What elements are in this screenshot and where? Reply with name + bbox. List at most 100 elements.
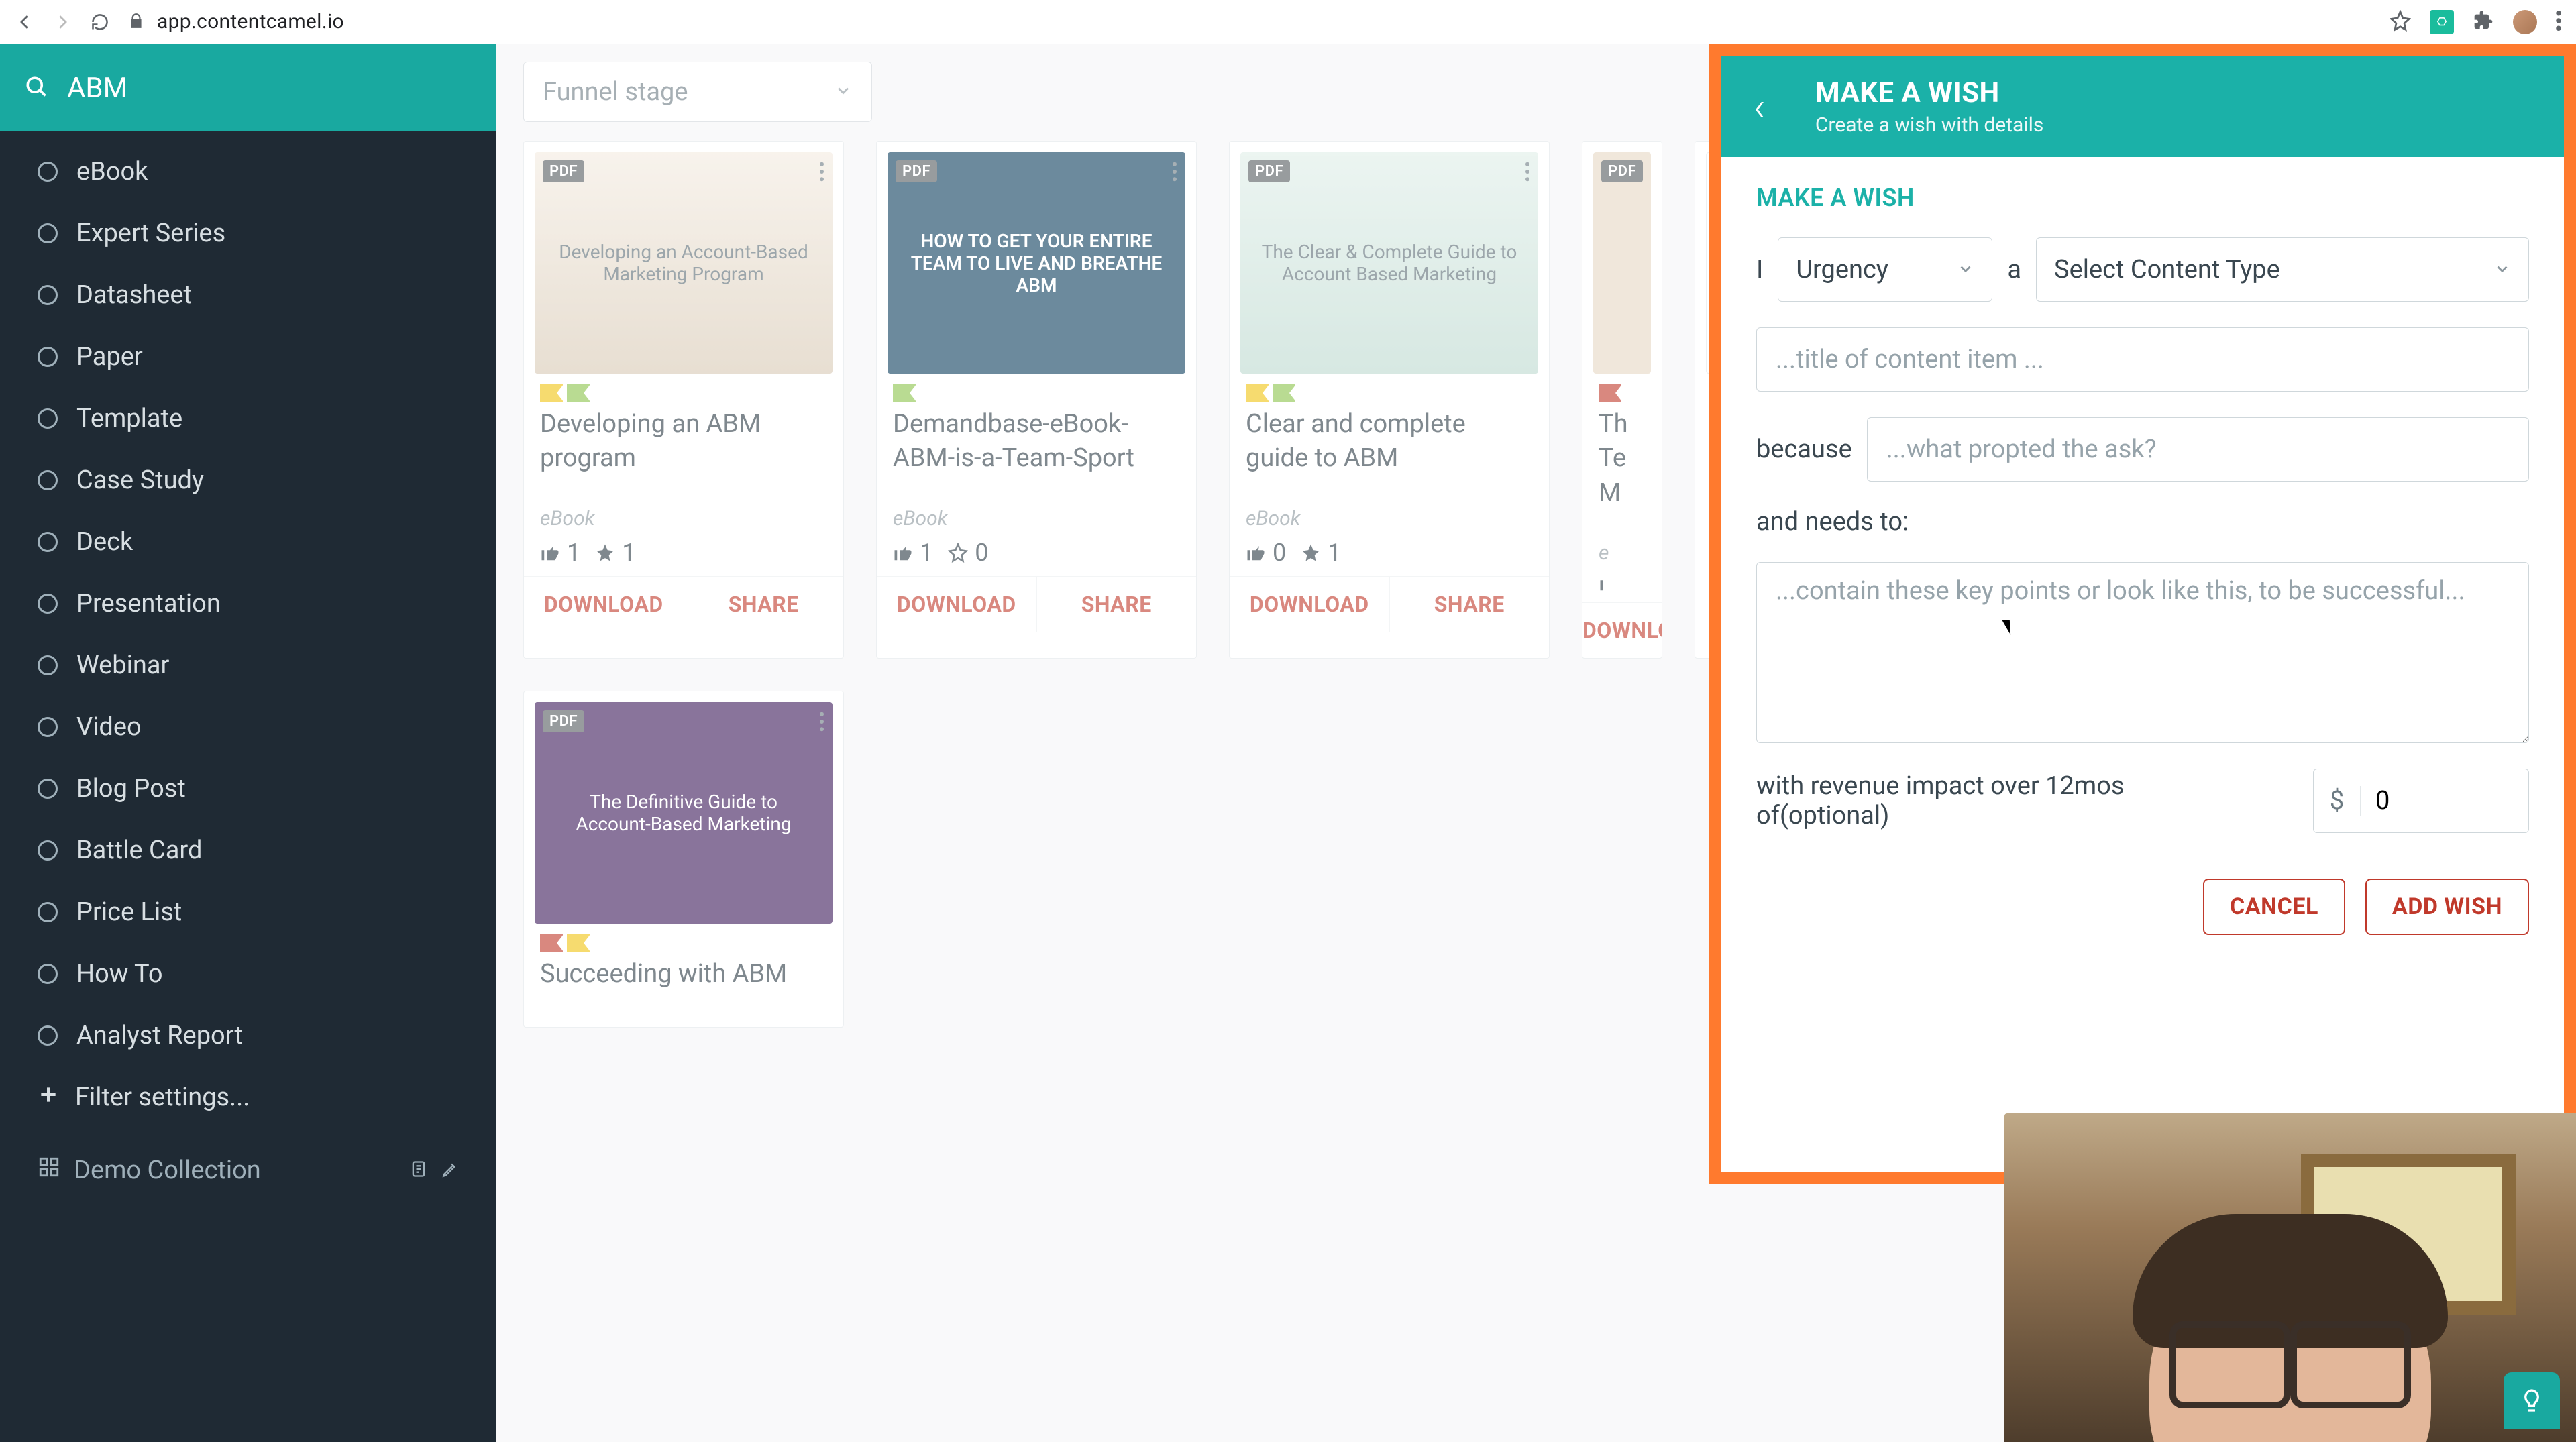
- because-input[interactable]: [1867, 417, 2529, 482]
- type-ebook[interactable]: eBook: [0, 141, 496, 203]
- add-wish-button[interactable]: ADD WISH: [2365, 879, 2529, 935]
- profile-avatar[interactable]: [2513, 10, 2537, 34]
- flag-icon: [540, 384, 563, 402]
- type-how-to[interactable]: How To: [0, 943, 496, 1005]
- plus-icon: [38, 1083, 59, 1112]
- grid-icon: [38, 1156, 60, 1185]
- content-type-list: eBook Expert Series Datasheet Paper Temp…: [0, 131, 496, 1442]
- card-menu-icon[interactable]: [1168, 158, 1181, 188]
- back-icon[interactable]: ‹: [1754, 83, 1766, 131]
- type-analyst-report[interactable]: Analyst Report: [0, 1005, 496, 1066]
- radio-icon: [38, 655, 58, 675]
- make-a-wish-panel: ‹ MAKE A WISH Create a wish with details…: [1709, 44, 2576, 1184]
- card-type: e: [1582, 514, 1662, 573]
- card-title: Th Te M: [1582, 404, 1662, 514]
- filetype-badge: PDF: [543, 160, 584, 182]
- thumbnail: The Definitive Guide to Account-Based Ma…: [535, 702, 833, 924]
- download-button[interactable]: DOWNLOAD: [1582, 603, 1662, 658]
- funnel-stage-dropdown[interactable]: Funnel stage: [523, 62, 872, 122]
- content-type-label: Select Content Type: [2054, 255, 2280, 284]
- wish-header: ‹ MAKE A WISH Create a wish with details: [1721, 56, 2564, 157]
- type-expert-series[interactable]: Expert Series: [0, 203, 496, 264]
- card-menu-icon[interactable]: [1521, 158, 1534, 188]
- chevron-down-icon: [2493, 255, 2511, 284]
- share-button[interactable]: SHARE: [1389, 577, 1550, 632]
- content-type-select[interactable]: Select Content Type: [2036, 237, 2529, 302]
- likes[interactable]: 1: [893, 539, 933, 567]
- type-blog-post[interactable]: Blog Post: [0, 758, 496, 820]
- title-input[interactable]: [1756, 327, 2529, 392]
- presenter-face: [2149, 1241, 2431, 1442]
- radio-icon: [38, 779, 58, 799]
- content-card[interactable]: PDF Th Te M e DOWNLOAD: [1582, 141, 1662, 659]
- extensions-icon[interactable]: [2473, 10, 2494, 34]
- thumbnail: Developing an Account-Based Marketing Pr…: [535, 152, 833, 374]
- collection-row[interactable]: Demo Collection: [0, 1142, 496, 1199]
- wish-section-title: MAKE A WISH: [1756, 184, 2529, 212]
- radio-icon: [38, 594, 58, 614]
- share-button[interactable]: SHARE: [1036, 577, 1197, 632]
- revenue-input[interactable]: [2361, 786, 2528, 816]
- stars[interactable]: 0: [948, 539, 988, 567]
- type-label: Webinar: [76, 651, 169, 680]
- card-title: Clear and complete guide to ABM: [1230, 404, 1549, 480]
- needs-textarea[interactable]: [1756, 562, 2529, 743]
- cancel-button[interactable]: CANCEL: [2203, 879, 2345, 935]
- help-bulb-button[interactable]: [2504, 1372, 2560, 1429]
- filter-settings[interactable]: Filter settings...: [0, 1066, 496, 1128]
- type-video[interactable]: Video: [0, 696, 496, 758]
- reload-button[interactable]: [90, 12, 110, 32]
- card-menu-icon[interactable]: [815, 708, 828, 738]
- download-button[interactable]: DOWNLOAD: [524, 577, 684, 632]
- stars[interactable]: 1: [595, 539, 635, 567]
- card-title: Succeeding with ABM: [524, 954, 843, 1027]
- share-button[interactable]: SHARE: [684, 577, 844, 632]
- type-price-list[interactable]: Price List: [0, 881, 496, 943]
- radio-icon: [38, 532, 58, 552]
- content-card[interactable]: PDF HOW TO GET YOUR ENTIRE TEAM TO LIVE …: [876, 141, 1197, 659]
- download-button[interactable]: DOWNLOAD: [877, 577, 1036, 632]
- filter-settings-label: Filter settings...: [75, 1083, 250, 1112]
- back-button[interactable]: [15, 12, 35, 32]
- card-menu-icon[interactable]: [815, 158, 828, 188]
- browser-bar: app.contentcamel.io ⎔: [0, 0, 2576, 44]
- content-card[interactable]: PDF Developing an Account-Based Marketin…: [523, 141, 844, 659]
- content-card[interactable]: PDF The Definitive Guide to Account-Base…: [523, 691, 844, 1028]
- because-label: because: [1756, 435, 1852, 464]
- thumbnail: [1593, 152, 1651, 374]
- search-input[interactable]: [67, 72, 472, 105]
- likes[interactable]: 0: [1246, 539, 1286, 567]
- edit-icon: [441, 1156, 459, 1185]
- forward-button[interactable]: [52, 12, 72, 32]
- likes[interactable]: 1: [540, 539, 580, 567]
- type-datasheet[interactable]: Datasheet: [0, 264, 496, 326]
- card-type: eBook: [877, 480, 1196, 539]
- needs-to-label: and needs to:: [1756, 507, 2529, 537]
- likes[interactable]: [1599, 573, 1619, 593]
- type-deck[interactable]: Deck: [0, 511, 496, 573]
- type-webinar[interactable]: Webinar: [0, 634, 496, 696]
- wish-header-subtitle: Create a wish with details: [1815, 113, 2044, 137]
- download-button[interactable]: DOWNLOAD: [1230, 577, 1389, 632]
- webcam-overlay: [2004, 1113, 2576, 1442]
- content-card[interactable]: PDF The Clear & Complete Guide to Accoun…: [1229, 141, 1550, 659]
- type-label: Deck: [76, 527, 133, 557]
- type-paper[interactable]: Paper: [0, 326, 496, 388]
- type-template[interactable]: Template: [0, 388, 496, 449]
- radio-icon: [38, 408, 58, 429]
- chrome-menu-icon[interactable]: [2556, 11, 2561, 34]
- word-i: I: [1756, 255, 1763, 284]
- type-case-study[interactable]: Case Study: [0, 449, 496, 511]
- url-text[interactable]: app.contentcamel.io: [157, 10, 344, 34]
- radio-icon: [38, 964, 58, 984]
- type-presentation[interactable]: Presentation: [0, 573, 496, 634]
- stars[interactable]: 1: [1301, 539, 1341, 567]
- sidebar-search[interactable]: [0, 44, 496, 131]
- sidebar: eBook Expert Series Datasheet Paper Temp…: [0, 44, 496, 1442]
- type-label: How To: [76, 959, 163, 989]
- bookmark-star-icon[interactable]: [2390, 10, 2411, 34]
- card-title: Developing an ABM program: [524, 404, 843, 480]
- urgency-select[interactable]: Urgency: [1778, 237, 1992, 302]
- extension-badge[interactable]: ⎔: [2430, 10, 2454, 34]
- type-battle-card[interactable]: Battle Card: [0, 820, 496, 881]
